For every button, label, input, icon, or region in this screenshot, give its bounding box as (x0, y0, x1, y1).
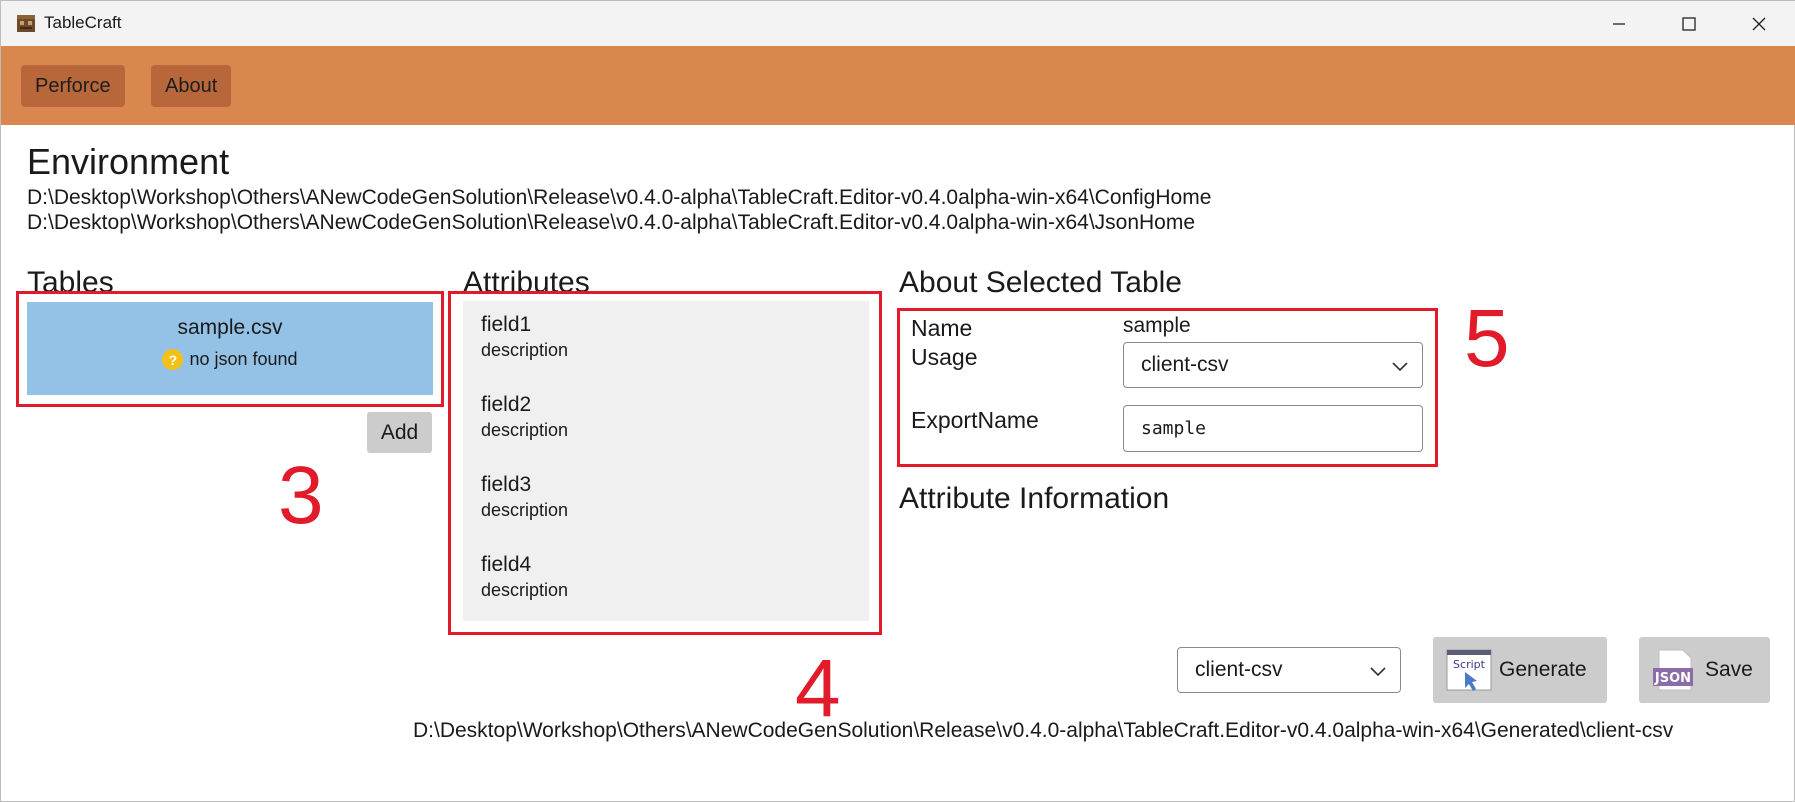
minimize-button[interactable] (1583, 1, 1655, 46)
generate-label: Generate (1499, 658, 1587, 681)
environment-title: Environment (27, 141, 230, 182)
svg-text:Script: Script (1453, 658, 1486, 671)
annotation-box-3 (16, 291, 444, 407)
maximize-icon (1682, 16, 1696, 31)
top-toolbar: Perforce About (1, 46, 1795, 125)
save-label: Save (1705, 658, 1753, 681)
add-table-button[interactable]: Add (367, 412, 432, 453)
annotation-number-3: 3 (278, 450, 324, 541)
attribute-information-title: Attribute Information (899, 482, 1170, 515)
svg-text:JSON: JSON (1654, 671, 1691, 686)
annotation-box-5 (897, 308, 1438, 467)
maximize-button[interactable] (1653, 1, 1725, 46)
json-icon: JSON (1653, 649, 1693, 691)
close-icon (1752, 17, 1766, 30)
chevron-down-icon (1370, 667, 1386, 677)
save-button[interactable]: JSON Save (1639, 637, 1770, 703)
annotation-box-4 (448, 291, 882, 635)
window-title: TableCraft (44, 13, 122, 32)
config-home-path: D:\Desktop\Workshop\Others\ANewCodeGenSo… (27, 186, 1212, 209)
close-button[interactable] (1723, 1, 1795, 46)
annotation-number-4: 4 (795, 643, 841, 734)
generate-button[interactable]: Script Generate (1433, 637, 1607, 703)
script-icon: Script (1446, 649, 1492, 691)
about-selected-table-title: About Selected Table (899, 266, 1182, 299)
generate-usage-value: client-csv (1195, 658, 1283, 681)
generate-usage-select[interactable]: client-csv (1177, 647, 1401, 693)
json-home-path: D:\Desktop\Workshop\Others\ANewCodeGenSo… (27, 211, 1196, 234)
about-button[interactable]: About (151, 65, 232, 107)
minimize-icon (1613, 22, 1625, 25)
perforce-button[interactable]: Perforce (21, 65, 125, 107)
app-window: TableCraft Perforce About Environment D:… (0, 0, 1795, 802)
generated-output-path: D:\Desktop\Workshop\Others\ANewCodeGenSo… (413, 719, 1674, 742)
app-logo-icon (17, 15, 35, 32)
title-bar: TableCraft (1, 1, 1795, 46)
annotation-number-5: 5 (1464, 293, 1510, 384)
